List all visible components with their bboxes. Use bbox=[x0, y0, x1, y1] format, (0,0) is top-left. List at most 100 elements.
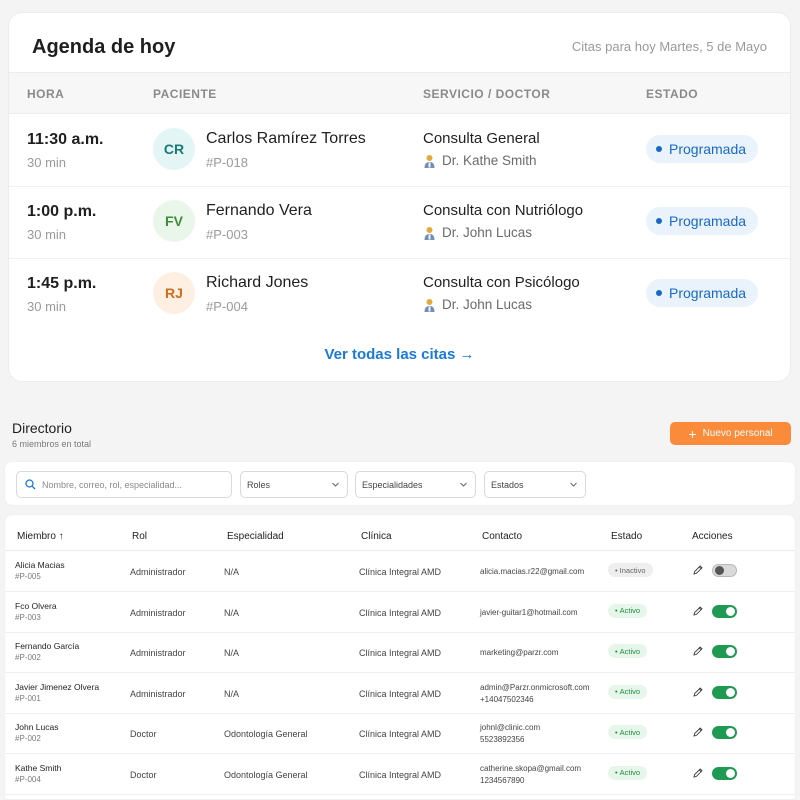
status-label: Inactivo bbox=[619, 565, 646, 575]
doctor-icon bbox=[424, 226, 435, 240]
member-specialty: N/A bbox=[224, 648, 240, 658]
member-id: #P-002 bbox=[15, 734, 41, 743]
member-role: Doctor bbox=[130, 729, 157, 739]
status-label: Activo bbox=[619, 606, 641, 615]
table-row[interactable]: Fernando García #P-002 Administrador N/A… bbox=[5, 632, 795, 673]
member-id: #P-003 bbox=[15, 612, 41, 622]
member-name: Fernando García bbox=[15, 641, 80, 651]
agenda-table-header: HORA PACIENTE SERVICIO / DOCTOR ESTADO bbox=[9, 72, 790, 114]
edit-pencil-icon[interactable] bbox=[692, 686, 704, 698]
active-toggle[interactable] bbox=[712, 766, 737, 780]
view-all-appointments-link[interactable]: Ver todas las citas → bbox=[9, 346, 790, 363]
service-name: Consulta con Nutriólogo bbox=[423, 202, 584, 219]
status-label: Activo bbox=[619, 768, 641, 777]
contact-line: 1234567890 bbox=[480, 775, 525, 785]
table-row[interactable]: Javier Jimenez Olvera #P-001 Administrad… bbox=[5, 673, 795, 714]
edit-pencil-icon[interactable] bbox=[692, 726, 704, 738]
status-badge: • Inactivo bbox=[608, 563, 653, 577]
table-row[interactable]: Fco Olvera #P-003 Administrador N/A Clín… bbox=[5, 592, 795, 633]
col-rol: Rol bbox=[132, 531, 148, 542]
toggle-knob bbox=[715, 566, 724, 575]
patient-id: #P-018 bbox=[206, 155, 248, 170]
directory-table: Miembro ↑ Rol Especialidad Clínica Conta… bbox=[4, 514, 796, 800]
col-hora: HORA bbox=[27, 87, 65, 101]
col-paciente: PACIENTE bbox=[153, 87, 217, 101]
search-icon bbox=[25, 479, 36, 490]
service-name: Consulta General bbox=[423, 130, 540, 147]
status-dot bbox=[656, 290, 662, 296]
patient-id: #P-003 bbox=[206, 227, 248, 242]
patient-id: #P-004 bbox=[206, 299, 248, 314]
status-select[interactable]: Estados bbox=[484, 471, 586, 498]
table-row[interactable]: Kathe Smith #P-004 Doctor Odontología Ge… bbox=[5, 754, 795, 795]
status-badge: • Activo bbox=[608, 725, 648, 739]
member-role: Doctor bbox=[130, 769, 157, 780]
member-name: Fco Olvera bbox=[15, 600, 57, 611]
appointment-duration: 30 min bbox=[27, 227, 67, 242]
search-box[interactable] bbox=[16, 471, 232, 498]
col-miembro[interactable]: Miembro ↑ bbox=[17, 531, 64, 542]
edit-pencil-icon[interactable] bbox=[692, 767, 704, 779]
member-contact: admin@Parzr.onmicrosoft.com +14047502346 bbox=[480, 682, 590, 706]
member-name: Alicia Macias bbox=[15, 560, 65, 570]
col-estado: Estado bbox=[611, 531, 643, 542]
member-clinic: Clínica Integral AMD bbox=[359, 688, 442, 699]
toggle-knob bbox=[726, 687, 735, 697]
table-row[interactable]: John Lucas #P-002 Doctor Odontología Gen… bbox=[5, 713, 795, 754]
doctor-info: Dr. John Lucas bbox=[423, 297, 532, 312]
doctor-name: Dr. John Lucas bbox=[442, 225, 533, 240]
appointment-row[interactable]: 1:45 p.m. 30 min RJ Richard Jones #P-004… bbox=[9, 259, 790, 331]
edit-pencil-icon[interactable] bbox=[692, 605, 704, 617]
member-role: Administrador bbox=[130, 648, 186, 658]
edit-pencil-icon[interactable] bbox=[692, 645, 704, 657]
status-badge: Programada bbox=[646, 135, 759, 163]
active-toggle[interactable] bbox=[712, 564, 737, 577]
appointment-duration: 30 min bbox=[27, 299, 67, 314]
contact-line: +14047502346 bbox=[480, 694, 534, 704]
active-toggle[interactable] bbox=[712, 604, 737, 618]
avatar: RJ bbox=[153, 272, 195, 314]
new-staff-label: Nuevo personal bbox=[702, 428, 773, 439]
appointment-duration: 30 min bbox=[27, 155, 67, 170]
appointment-row[interactable]: 1:00 p.m. 30 min FV Fernando Vera #P-003… bbox=[9, 187, 790, 259]
roles-select[interactable]: Roles bbox=[240, 471, 348, 498]
contact-line: admin@Parzr.onmicrosoft.com bbox=[480, 682, 590, 692]
agenda-card: Agenda de hoy Citas para hoy Martes, 5 d… bbox=[8, 12, 791, 382]
status-badge: • Activo bbox=[608, 684, 648, 699]
specialties-select-value: Especialidades bbox=[362, 479, 423, 490]
table-row[interactable]: Alicia Macias #P-005 Administrador N/A C… bbox=[5, 551, 795, 592]
agenda-subtitle: Citas para hoy Martes, 5 de Mayo bbox=[571, 39, 767, 54]
col-acciones: Acciones bbox=[692, 531, 733, 542]
directory-table-header: Miembro ↑ Rol Especialidad Clínica Conta… bbox=[5, 515, 795, 551]
active-toggle[interactable] bbox=[712, 726, 737, 739]
patient-name: Fernando Vera bbox=[206, 202, 312, 219]
doctor-info: Dr. John Lucas bbox=[423, 225, 532, 240]
member-contact: johnl@clinic.com 5523892356 bbox=[480, 722, 540, 746]
search-input[interactable] bbox=[42, 479, 222, 490]
directory-title: Directorio bbox=[12, 420, 72, 436]
chevron-down-icon bbox=[460, 482, 467, 487]
specialties-select[interactable]: Especialidades bbox=[355, 471, 476, 498]
status-badge: • Activo bbox=[608, 765, 648, 780]
col-clinica: Clínica bbox=[361, 531, 392, 542]
member-clinic: Clínica Integral AMD bbox=[359, 607, 442, 618]
col-contacto: Contacto bbox=[482, 531, 523, 542]
active-toggle[interactable] bbox=[712, 645, 737, 658]
active-toggle[interactable] bbox=[712, 685, 737, 699]
edit-pencil-icon[interactable] bbox=[692, 564, 704, 576]
status-label: Programada bbox=[669, 141, 747, 157]
status-label: Programada bbox=[669, 285, 747, 301]
chevron-down-icon bbox=[570, 482, 577, 487]
appointment-row[interactable]: 11:30 a.m. 30 min CR Carlos Ramírez Torr… bbox=[9, 115, 790, 187]
toggle-knob bbox=[726, 606, 735, 616]
contact-line: 5523892356 bbox=[480, 735, 525, 744]
status-badge: Programada bbox=[646, 207, 759, 235]
patient-name: Richard Jones bbox=[206, 274, 309, 291]
member-role: Administrador bbox=[130, 607, 186, 618]
member-contact: javier-guitar1@hotmail.com bbox=[480, 607, 578, 619]
col-servicio: SERVICIO / DOCTOR bbox=[423, 87, 551, 101]
status-dot bbox=[656, 146, 662, 152]
appointment-time: 1:45 p.m. bbox=[27, 275, 97, 292]
contact-line: catherine.skopa@gmail.com bbox=[480, 763, 582, 773]
new-staff-button[interactable]: + Nuevo personal bbox=[670, 422, 791, 445]
